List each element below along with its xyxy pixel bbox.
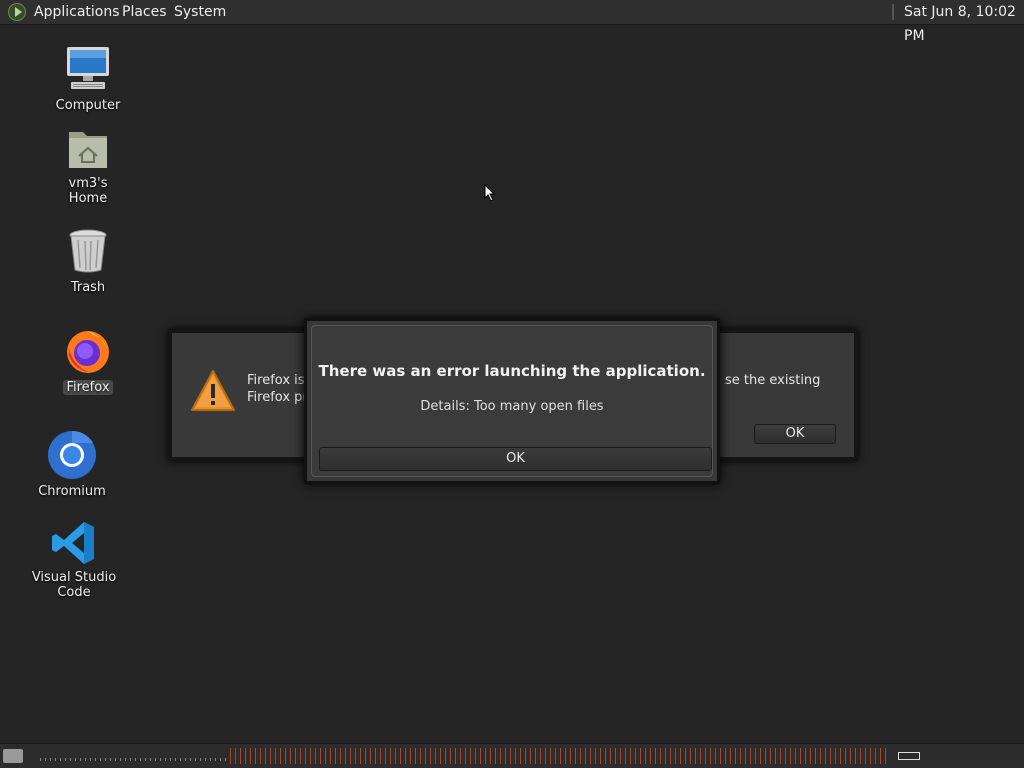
- bottom-panel: [0, 743, 1024, 768]
- desktop-icon-label: vm3's Home: [68, 176, 108, 206]
- tray-indicator-icon[interactable]: [898, 752, 920, 760]
- computer-icon: [67, 47, 109, 89]
- error-title: There was an error launching the applica…: [318, 362, 706, 380]
- menu-places[interactable]: Places: [122, 0, 167, 24]
- desktop-icon-trash[interactable]: Trash: [48, 226, 128, 295]
- desktop-icon-label: Visual Studio Code: [31, 570, 117, 600]
- desktop-icon-home[interactable]: vm3's Home: [48, 126, 128, 206]
- error-dialog-frame: There was an error launching the applica…: [311, 325, 713, 477]
- panel-separator: [892, 4, 894, 20]
- mouse-pointer-icon: [484, 184, 496, 202]
- firefox-icon: [67, 331, 109, 373]
- desktop-icon-chromium[interactable]: Chromium: [32, 430, 112, 499]
- warning-icon: [191, 370, 235, 411]
- ok-button[interactable]: OK: [319, 447, 712, 471]
- desktop-icon-firefox[interactable]: Firefox: [48, 326, 128, 395]
- desktop-icon-label: Firefox: [63, 380, 113, 395]
- workspace-switcher-empty: [40, 748, 228, 764]
- desktop-icon-vscode[interactable]: Visual Studio Code: [14, 520, 134, 600]
- show-desktop-icon[interactable]: [3, 749, 23, 763]
- desktop-icon-computer[interactable]: Computer: [48, 44, 128, 113]
- error-dialog: There was an error launching the applica…: [304, 318, 720, 484]
- desktop-icon-label: Trash: [70, 280, 106, 295]
- menu-applications[interactable]: Applications: [34, 0, 120, 24]
- menu-system[interactable]: System: [174, 0, 226, 24]
- vscode-icon: [52, 522, 94, 564]
- chromium-icon: [48, 430, 96, 479]
- distro-logo-icon[interactable]: [8, 3, 26, 21]
- ok-button[interactable]: OK: [754, 424, 836, 444]
- clock[interactable]: Sat Jun 8, 10:02 PM: [904, 0, 1024, 44]
- dialog-text-line-1: Firefox is: [247, 373, 305, 388]
- trash-icon: [69, 229, 107, 273]
- dialog-text-line-2: Firefox pr: [247, 390, 308, 405]
- desktop-icon-label: Chromium: [38, 484, 106, 499]
- desktop-icon-label: Computer: [55, 98, 121, 113]
- error-details: Details: Too many open files: [420, 399, 604, 414]
- dialog-text-right: se the existing: [725, 373, 821, 388]
- top-panel: Applications Places System Sat Jun 8, 10…: [0, 0, 1024, 44]
- home-folder-icon: [69, 132, 107, 168]
